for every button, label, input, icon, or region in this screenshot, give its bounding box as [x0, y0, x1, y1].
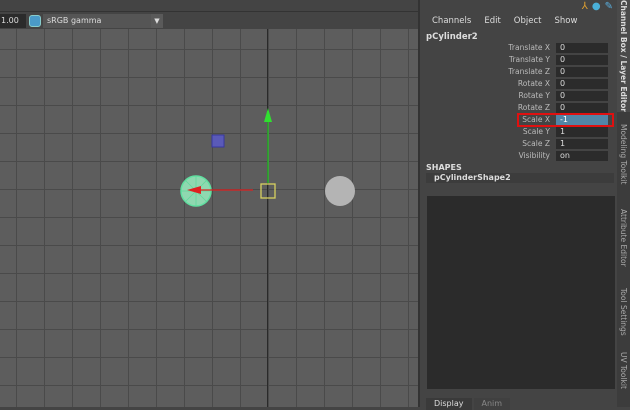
- edit-icon[interactable]: ✎: [605, 1, 613, 12]
- attr-scale-y[interactable]: Scale Y 1: [420, 126, 617, 137]
- attr-value[interactable]: 0: [556, 78, 608, 89]
- attr-label: Visibility: [518, 151, 550, 160]
- side-tab-channel-box[interactable]: Channel Box / Layer Editor: [617, 0, 630, 112]
- attr-rotate-x[interactable]: Rotate X 0: [420, 78, 617, 89]
- light-object: [211, 134, 225, 148]
- scene-objects: [180, 108, 355, 207]
- shapes-header: SHAPES: [426, 163, 462, 172]
- attr-value[interactable]: on: [556, 150, 608, 161]
- shape-name[interactable]: pCylinderShape2: [426, 173, 614, 183]
- channel-box: ⅄ ● ✎ Channels Edit Object Show pCylinde…: [420, 0, 617, 410]
- side-tab-tool-settings[interactable]: Tool Settings: [617, 284, 630, 340]
- attr-label: Translate Y: [508, 55, 550, 64]
- menu-channels[interactable]: Channels: [432, 16, 471, 26]
- attr-value[interactable]: 0: [556, 102, 608, 113]
- attr-label: Rotate X: [517, 79, 550, 88]
- attr-value[interactable]: 0: [556, 90, 608, 101]
- side-tab-uv-toolkit[interactable]: UV Toolkit: [617, 346, 630, 394]
- attr-label: Translate X: [508, 43, 550, 52]
- cylinder-object: [325, 176, 355, 206]
- side-tab-attribute-editor[interactable]: Attribute Editor: [617, 198, 630, 278]
- panel-icons: ⅄ ● ✎: [582, 1, 613, 12]
- side-tab-modeling-toolkit[interactable]: Modeling Toolkit: [617, 116, 630, 192]
- attr-value[interactable]: 1: [556, 126, 608, 137]
- move-manipulator-center: [260, 183, 276, 199]
- attr-value[interactable]: 0: [556, 66, 608, 77]
- attr-translate-y[interactable]: Translate Y 0: [420, 54, 617, 65]
- menu-object[interactable]: Object: [514, 16, 542, 26]
- attr-translate-z[interactable]: Translate Z 0: [420, 66, 617, 77]
- attr-value[interactable]: 1: [556, 138, 608, 149]
- help-icon[interactable]: ●: [592, 1, 601, 12]
- attr-value[interactable]: 0: [556, 54, 608, 65]
- attr-label: Scale Z: [522, 139, 550, 148]
- tab-anim[interactable]: Anim: [473, 398, 511, 410]
- axis-icon[interactable]: ⅄: [582, 1, 588, 12]
- attr-label: Rotate Y: [518, 91, 550, 100]
- attr-visibility[interactable]: Visibility on: [420, 150, 617, 161]
- channel-menu: Channels Edit Object Show: [432, 16, 577, 26]
- layer-tabs: Display Anim: [426, 398, 511, 410]
- attr-label: Rotate Z: [517, 103, 550, 112]
- highlight-box: [517, 113, 614, 127]
- layer-editor-area[interactable]: [427, 196, 615, 389]
- viewport[interactable]: 1.00 sRGB gamma ▼: [0, 0, 418, 407]
- attr-value[interactable]: 0: [556, 42, 608, 53]
- side-tabs: Channel Box / Layer Editor Modeling Tool…: [617, 0, 630, 407]
- attr-scale-z[interactable]: Scale Z 1: [420, 138, 617, 149]
- attr-label: Scale Y: [522, 127, 550, 136]
- tab-display[interactable]: Display: [426, 398, 472, 410]
- attr-rotate-y[interactable]: Rotate Y 0: [420, 90, 617, 101]
- attr-label: Translate Z: [508, 67, 550, 76]
- attr-rotate-z[interactable]: Rotate Z 0: [420, 102, 617, 113]
- y-arrow-icon: [264, 108, 272, 122]
- attr-translate-x[interactable]: Translate X 0: [420, 42, 617, 53]
- object-name[interactable]: pCylinder2: [426, 32, 478, 42]
- menu-edit[interactable]: Edit: [484, 16, 500, 26]
- menu-show[interactable]: Show: [554, 16, 577, 26]
